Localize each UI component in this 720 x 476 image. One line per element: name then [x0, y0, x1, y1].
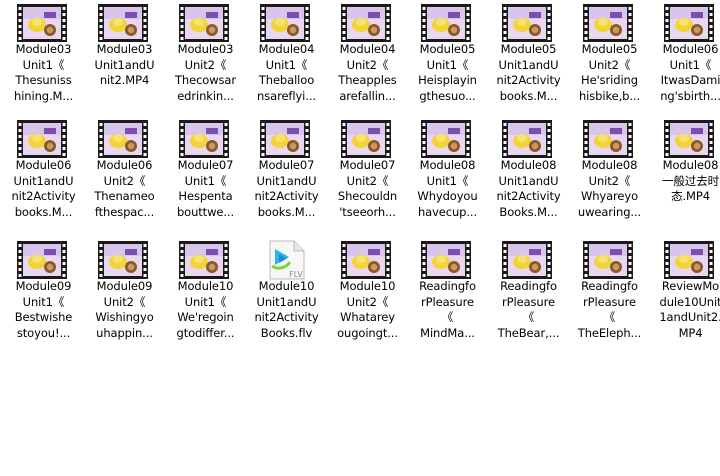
video-thumbnail-icon [98, 4, 148, 42]
file-name-label: Module08 Unit1andU nit2Activity Books.M.… [496, 158, 561, 219]
file-name-label: Module10 Unit1《 We'regoin gtodiffer... [176, 279, 235, 340]
video-thumbnail-icon [179, 4, 229, 42]
video-thumbnail-icon [341, 241, 391, 279]
file-name-label: Module07 Unit1andU nit2Activity books.M.… [254, 158, 319, 219]
file-item-video[interactable]: Module08 一般过去时 态.MP4 [650, 116, 720, 234]
file-name-label: Module09 Unit1《 Bestwishe stoyou!... [14, 279, 73, 340]
video-thumbnail-icon [17, 241, 67, 279]
file-item-video[interactable]: Module06 Unit2《 Thenameo fthespac... [84, 116, 165, 234]
file-item-video[interactable]: Module03 Unit1《 Thesuniss hining.M... [3, 0, 84, 118]
video-thumbnail-icon [17, 120, 67, 158]
video-thumbnail-icon [421, 4, 471, 42]
file-name-label: Module05 Unit2《 He'sriding hisbike,b... [578, 42, 641, 103]
video-thumbnail-icon [664, 120, 714, 158]
file-item-video[interactable]: Module04 Unit2《 Theapples arefallin... [327, 0, 408, 118]
file-name-label: Readingfo rPleasure 《 MindMa... [419, 279, 476, 340]
file-name-label: Module04 Unit1《 Theballoo nsareflyi... [257, 42, 316, 103]
file-item-video[interactable]: Module08 Unit2《 Whyareyo uwearing... [569, 116, 650, 234]
file-name-label: ReviewMo dule10Unit 1andUnit2. MP4 [659, 279, 720, 340]
file-item-video[interactable]: Module05 Unit2《 He'sriding hisbike,b... [569, 0, 650, 118]
file-name-label: Module05 Unit1《 Heisplayin gthesuo... [418, 42, 477, 103]
video-thumbnail-icon [583, 4, 633, 42]
file-item-video[interactable]: Readingfo rPleasure 《 TheEleph... [569, 237, 650, 355]
video-thumbnail-icon [17, 4, 67, 42]
file-grid: Module03 Unit1《 Thesuniss hining.M... Mo… [0, 0, 720, 476]
file-name-label: Module08 一般过去时 态.MP4 [662, 158, 719, 203]
file-item-flv[interactable]: FLV Module10 Unit1andU nit2Activity Book… [246, 237, 327, 355]
file-name-label: Module10 Unit1andU nit2Activity Books.fl… [254, 279, 319, 340]
file-item-video[interactable]: Readingfo rPleasure 《 TheBear,... [488, 237, 569, 355]
file-name-label: Module03 Unit2《 Thecowsar edrinkin... [174, 42, 237, 103]
file-name-label: Module10 Unit2《 Whatarey ougoingt... [337, 279, 398, 340]
video-thumbnail-icon [341, 120, 391, 158]
video-thumbnail-icon [98, 120, 148, 158]
video-thumbnail-icon [583, 120, 633, 158]
file-name-label: Module06 Unit1《 ItwasDami ng'sbirth... [660, 42, 720, 103]
file-item-video[interactable]: Module07 Unit1andU nit2Activity books.M.… [246, 116, 327, 234]
file-item-video[interactable]: Module04 Unit1《 Theballoo nsareflyi... [246, 0, 327, 118]
file-name-label: Module03 Unit1《 Thesuniss hining.M... [14, 42, 73, 103]
video-thumbnail-icon [502, 4, 552, 42]
file-item-video[interactable]: Module06 Unit1《 ItwasDami ng'sbirth... [650, 0, 720, 118]
file-name-label: Module06 Unit1andU nit2Activity books.M.… [11, 158, 76, 219]
file-item-video[interactable]: Module03 Unit2《 Thecowsar edrinkin... [165, 0, 246, 118]
file-item-video[interactable]: Module10 Unit1《 We'regoin gtodiffer... [165, 237, 246, 355]
file-item-video[interactable]: Module07 Unit2《 Shecouldn 'tseeorh... [327, 116, 408, 234]
file-item-video[interactable]: ReviewMo dule10Unit 1andUnit2. MP4 [650, 237, 720, 355]
video-thumbnail-icon [502, 120, 552, 158]
file-item-video[interactable]: Module09 Unit2《 Wishingyo uhappin... [84, 237, 165, 355]
video-thumbnail-icon [179, 241, 229, 279]
file-name-label: Module07 Unit2《 Shecouldn 'tseeorh... [337, 158, 398, 219]
file-name-label: Module09 Unit2《 Wishingyo uhappin... [95, 279, 154, 340]
video-thumbnail-icon [421, 241, 471, 279]
file-name-label: Module08 Unit1《 Whydoyou havecup... [417, 158, 478, 219]
file-item-video[interactable]: Module06 Unit1andU nit2Activity books.M.… [3, 116, 84, 234]
video-thumbnail-icon [664, 4, 714, 42]
file-item-video[interactable]: Module03 Unit1andU nit2.MP4 [84, 0, 165, 118]
file-item-video[interactable]: Module10 Unit2《 Whatarey ougoingt... [327, 237, 408, 355]
video-thumbnail-icon [260, 120, 310, 158]
file-name-label: Module08 Unit2《 Whyareyo uwearing... [577, 158, 642, 219]
file-name-label: Module03 Unit1andU nit2.MP4 [94, 42, 155, 87]
file-name-label: Module07 Unit1《 Hespenta bouttwe... [176, 158, 235, 219]
file-item-video[interactable]: Readingfo rPleasure 《 MindMa... [407, 237, 488, 355]
video-thumbnail-icon [664, 241, 714, 279]
file-item-video[interactable]: Module08 Unit1《 Whydoyou havecup... [407, 116, 488, 234]
video-thumbnail-icon [179, 120, 229, 158]
flv-badge: FLV [289, 270, 303, 279]
file-item-video[interactable]: Module07 Unit1《 Hespenta bouttwe... [165, 116, 246, 234]
file-name-label: Module06 Unit2《 Thenameo fthespac... [94, 158, 155, 219]
file-item-video[interactable]: Module08 Unit1andU nit2Activity Books.M.… [488, 116, 569, 234]
video-thumbnail-icon [421, 120, 471, 158]
file-name-label: Readingfo rPleasure 《 TheBear,... [497, 279, 560, 340]
file-item-video[interactable]: Module05 Unit1andU nit2Activity books.M.… [488, 0, 569, 118]
video-thumbnail-icon [260, 4, 310, 42]
file-item-video[interactable]: Module09 Unit1《 Bestwishe stoyou!... [3, 237, 84, 355]
video-thumbnail-icon [341, 4, 391, 42]
video-thumbnail-icon [583, 241, 633, 279]
file-name-label: Module05 Unit1andU nit2Activity books.M.… [496, 42, 561, 103]
file-name-label: Readingfo rPleasure 《 TheEleph... [577, 279, 642, 340]
video-thumbnail-icon [98, 241, 148, 279]
file-name-label: Module04 Unit2《 Theapples arefallin... [338, 42, 397, 103]
flv-file-icon: FLV [260, 240, 310, 280]
video-thumbnail-icon [502, 241, 552, 279]
file-item-video[interactable]: Module05 Unit1《 Heisplayin gthesuo... [407, 0, 488, 118]
